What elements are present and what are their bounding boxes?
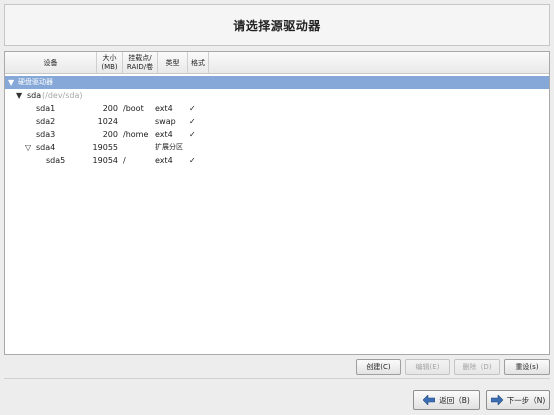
column-header-row: 设备 大小 (MB) 挂载点/ RAID/卷 类型 格式	[5, 52, 549, 74]
format-check-icon: ✓	[189, 117, 196, 126]
divider	[4, 378, 550, 379]
format-check-icon: ✓	[189, 156, 196, 165]
format-check-icon: ✓	[189, 104, 196, 113]
column-format[interactable]: 格式	[188, 52, 209, 74]
edit-button[interactable]: 编辑(E)	[405, 359, 450, 375]
partition-size: 200	[102, 104, 118, 113]
partition-device: sda1	[36, 104, 56, 113]
partition-size: 19055	[92, 143, 118, 152]
delete-button[interactable]: 删除（D)	[454, 359, 500, 375]
partition-mount: /boot	[123, 104, 144, 113]
partition-type: ext4	[155, 130, 173, 139]
table-row[interactable]: ▽ sda4 19055 扩展分区	[5, 141, 549, 154]
table-row[interactable]: sda5 19054 / ext4 ✓	[5, 154, 549, 167]
column-mount-label-2: RAID/卷	[126, 63, 154, 71]
column-size[interactable]: 大小 (MB)	[97, 52, 123, 74]
tree-row-disk[interactable]: ▼ sda (/dev/sda)	[5, 89, 549, 102]
partition-mount: /	[123, 156, 126, 165]
column-format-label: 格式	[191, 58, 205, 67]
expander-down-icon[interactable]: ▽	[25, 141, 31, 154]
column-type[interactable]: 类型	[158, 52, 188, 74]
column-type-label: 类型	[165, 58, 180, 67]
partition-device: sda4	[36, 143, 56, 152]
partition-type: ext4	[155, 104, 173, 113]
partition-size: 200	[102, 130, 118, 139]
table-row[interactable]: sda1 200 /boot ext4 ✓	[5, 102, 549, 115]
title-banner: 请选择源驱动器	[4, 4, 550, 46]
partition-mount: /home	[123, 130, 149, 139]
disk-path: (/dev/sda)	[42, 91, 83, 100]
arrow-left-icon	[423, 395, 436, 405]
back-button[interactable]: 返回（B)	[413, 390, 480, 410]
partition-device: sda3	[36, 130, 56, 139]
reset-button[interactable]: 重设(s)	[504, 359, 550, 375]
disk-name: sda	[27, 91, 42, 100]
next-button-label: 下一步（N)	[506, 395, 546, 405]
create-button[interactable]: 创建(C)	[356, 359, 401, 375]
table-row[interactable]: sda3 200 /home ext4 ✓	[5, 128, 549, 141]
next-button[interactable]: 下一步（N)	[486, 390, 550, 410]
back-button-label: 返回（B)	[439, 395, 470, 405]
partition-size: 1024	[97, 117, 118, 126]
format-check-icon: ✓	[189, 130, 196, 139]
group-label: 硬盘驱动器	[18, 78, 53, 86]
partition-tree[interactable]: 设备 大小 (MB) 挂载点/ RAID/卷 类型 格式 ▼ 硬盘驱动器 ▼ s…	[4, 51, 550, 355]
table-row[interactable]: sda2 1024 swap ✓	[5, 115, 549, 128]
partition-type: 扩展分区	[155, 143, 183, 151]
column-device[interactable]: 设备	[5, 52, 97, 74]
column-mount[interactable]: 挂载点/ RAID/卷	[123, 52, 158, 74]
arrow-right-icon	[490, 395, 503, 405]
column-mount-label: 挂载点/	[128, 54, 152, 62]
partition-device: sda2	[36, 117, 56, 126]
page-title: 请选择源驱动器	[233, 18, 321, 33]
column-size-unit: (MB)	[101, 63, 118, 71]
partition-type: ext4	[155, 156, 173, 165]
tree-row-hard-drives[interactable]: ▼ 硬盘驱动器	[5, 76, 549, 89]
expander-down-icon[interactable]: ▼	[8, 76, 14, 89]
column-size-label: 大小	[102, 54, 117, 62]
expander-down-icon[interactable]: ▼	[16, 89, 22, 102]
partition-type: swap	[155, 117, 176, 126]
partition-size: 19054	[92, 156, 118, 165]
column-device-label: 设备	[43, 58, 58, 67]
partition-device: sda5	[46, 156, 66, 165]
